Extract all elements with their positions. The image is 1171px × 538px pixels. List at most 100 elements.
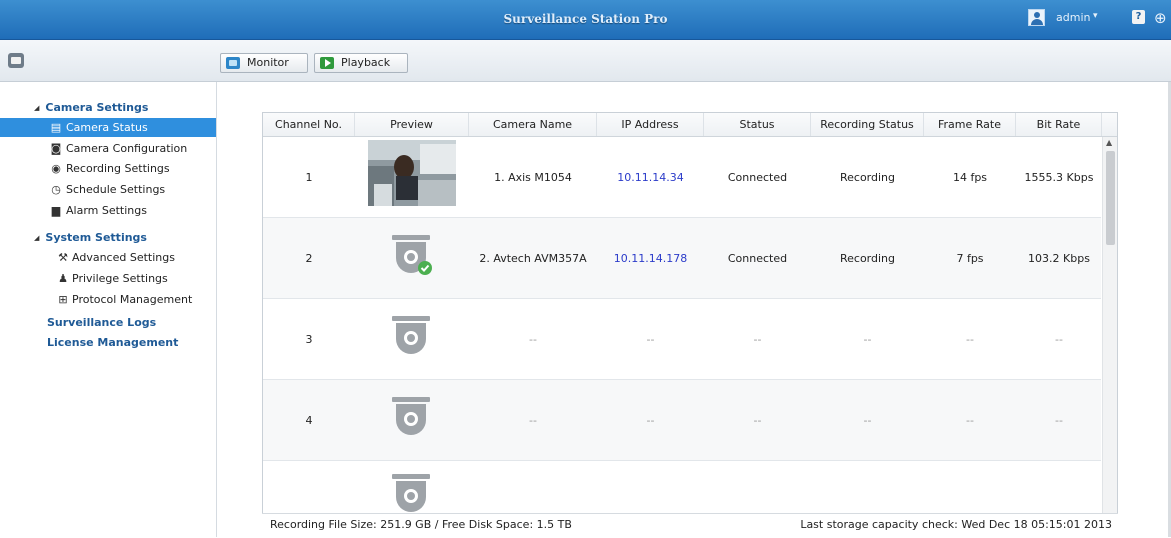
collapse-triangle-icon[interactable]: ◢ (34, 234, 39, 242)
table-header: Channel No. Preview Camera Name IP Addre… (263, 113, 1117, 137)
sidebar-item-label: Recording Settings (66, 162, 170, 175)
ip-address-link[interactable]: 10.11.14.34 (597, 137, 704, 218)
sidebar-item-label: Camera Status (66, 121, 148, 134)
network-icon: ⊞ (58, 293, 68, 306)
camera-name-cell: 1. Axis M1054 (494, 171, 572, 184)
frame-rate-cell: -- (966, 414, 974, 427)
app-title: Surveillance Station Pro (503, 12, 668, 26)
sidebar-item-label: Schedule Settings (66, 183, 166, 196)
column-header-ip[interactable]: IP Address (597, 113, 704, 136)
sidebar-item-schedule-settings[interactable]: ◷ Schedule Settings (0, 180, 216, 199)
column-header-camera-name[interactable]: Camera Name (469, 113, 597, 136)
sidebar-item-label: Advanced Settings (72, 251, 175, 264)
sidebar-item-label: Protocol Management (72, 293, 193, 306)
table-row[interactable]: 2 2. Avtech AVM357A 10.11.14.178 Connect… (263, 218, 1101, 299)
scroll-thumb[interactable] (1106, 151, 1115, 245)
sidebar-item-camera-configuration[interactable]: ◙ Camera Configuration (0, 139, 216, 158)
camera-icon[interactable] (388, 471, 434, 517)
camera-icon[interactable] (388, 313, 434, 359)
channel-cell: 2 (305, 252, 313, 265)
ip-address-link[interactable]: 10.11.14.178 (597, 218, 704, 299)
camera-connected-icon[interactable] (388, 232, 434, 278)
wrench-icon: ⚒ (58, 251, 68, 264)
sidebar-item-advanced-settings[interactable]: ⚒ Advanced Settings (0, 248, 216, 267)
column-header-recording-status[interactable]: Recording Status (811, 113, 924, 136)
bit-rate-cell: 103.2 Kbps (1028, 252, 1090, 265)
recording-status-cell: Recording (839, 252, 896, 265)
scroll-up-icon[interactable]: ▲ (1106, 138, 1112, 147)
ip-address-cell: -- (646, 414, 655, 427)
recording-status-cell: -- (863, 414, 872, 427)
storage-info: Recording File Size: 251.9 GB / Free Dis… (270, 518, 572, 531)
record-icon: ◉ (51, 162, 61, 175)
bit-rate-cell: -- (1055, 414, 1063, 427)
user-menu[interactable]: admin (1056, 11, 1090, 24)
channel-cell: 4 (305, 414, 313, 427)
monitor-label: Monitor (247, 56, 289, 69)
license-management-link[interactable]: License Management (47, 336, 178, 349)
system-settings-label: System Settings (45, 231, 147, 244)
sidebar-item-alarm-settings[interactable]: ▆ Alarm Settings (0, 201, 216, 220)
column-header-preview[interactable]: Preview (355, 113, 469, 136)
sidebar-item-label: Alarm Settings (66, 204, 147, 217)
ip-address-cell: -- (646, 333, 655, 346)
user-avatar-icon[interactable] (1028, 9, 1045, 26)
table-row[interactable]: 1 1. Axis M1054 10.11.14.34 Connected Re… (263, 137, 1101, 218)
camera-settings-group[interactable]: ◢ Camera Settings (34, 101, 148, 114)
sidebar-item-label: Camera Configuration (66, 142, 188, 155)
title-bar: Surveillance Station Pro admin ▾ ? ⊕ (0, 0, 1171, 40)
surveillance-logs-link[interactable]: Surveillance Logs (47, 316, 156, 329)
play-icon (320, 57, 334, 69)
status-footer: Recording File Size: 251.9 GB / Free Dis… (262, 513, 1118, 538)
channel-cell: 3 (305, 333, 313, 346)
table-row[interactable]: 3 -- -- -- -- -- -- (263, 299, 1101, 380)
column-header-status[interactable]: Status (704, 113, 811, 136)
camera-config-icon: ◙ (50, 142, 62, 155)
help-icon[interactable]: ? (1132, 10, 1145, 24)
camera-status-icon: ▤ (50, 121, 62, 134)
camera-preview-image[interactable] (368, 140, 456, 206)
column-header-frame-rate[interactable]: Frame Rate (924, 113, 1016, 136)
table-row[interactable]: 4 -- -- -- -- -- -- (263, 380, 1101, 461)
column-header-bit-rate[interactable]: Bit Rate (1016, 113, 1102, 136)
frame-rate-cell: 14 fps (952, 171, 988, 184)
alarm-icon: ▆ (51, 204, 61, 217)
playback-label: Playback (341, 56, 391, 69)
bit-rate-cell: 1555.3 Kbps (1024, 171, 1094, 184)
status-cell: Connected (727, 252, 788, 265)
monitor-button[interactable]: Monitor (220, 53, 308, 73)
last-check-info: Last storage capacity check: Wed Dec 18 … (800, 518, 1112, 531)
sidebar-item-label: Privilege Settings (72, 272, 168, 285)
playback-button[interactable]: Playback (314, 53, 408, 73)
sidebar-item-privilege-settings[interactable]: ♟ Privilege Settings (0, 269, 216, 288)
camera-settings-label: Camera Settings (45, 101, 149, 114)
recording-status-cell: -- (863, 333, 872, 346)
table-row[interactable]: 5 -- -- -- -- -- -- (263, 461, 1101, 526)
channel-cell: 1 (305, 171, 313, 184)
clock-icon: ◷ (51, 183, 61, 196)
menu-toggle-icon[interactable] (8, 53, 24, 68)
status-cell: Connected (727, 171, 788, 184)
vertical-scrollbar[interactable]: ▲ ▼ (1102, 137, 1117, 528)
status-cell: -- (753, 333, 762, 346)
system-settings-group[interactable]: ◢ System Settings (34, 231, 147, 244)
sidebar-item-protocol-management[interactable]: ⊞ Protocol Management (0, 290, 216, 309)
status-cell: -- (753, 414, 762, 427)
chevron-down-icon[interactable]: ▾ (1093, 11, 1098, 21)
column-header-channel[interactable]: Channel No. (263, 113, 355, 136)
camera-status-table: Channel No. Preview Camera Name IP Addre… (262, 112, 1118, 537)
camera-name-cell: 2. Avtech AVM357A (479, 252, 587, 265)
globe-icon[interactable]: ⊕ (1154, 9, 1167, 27)
sidebar-item-recording-settings[interactable]: ◉ Recording Settings (0, 159, 216, 178)
bit-rate-cell: -- (1055, 333, 1063, 346)
frame-rate-cell: 7 fps (956, 252, 984, 265)
user-icon: ♟ (58, 272, 68, 285)
camera-name-cell: -- (529, 333, 537, 346)
camera-name-cell: -- (529, 414, 537, 427)
toolbar: Monitor Playback (0, 40, 1171, 82)
sidebar-item-camera-status[interactable]: ▤ Camera Status (0, 118, 216, 137)
sidebar: ◢ Camera Settings ▤ Camera Status ◙ Camer… (0, 82, 217, 537)
monitor-icon (226, 57, 240, 69)
collapse-triangle-icon[interactable]: ◢ (34, 104, 39, 112)
camera-icon[interactable] (388, 394, 434, 440)
